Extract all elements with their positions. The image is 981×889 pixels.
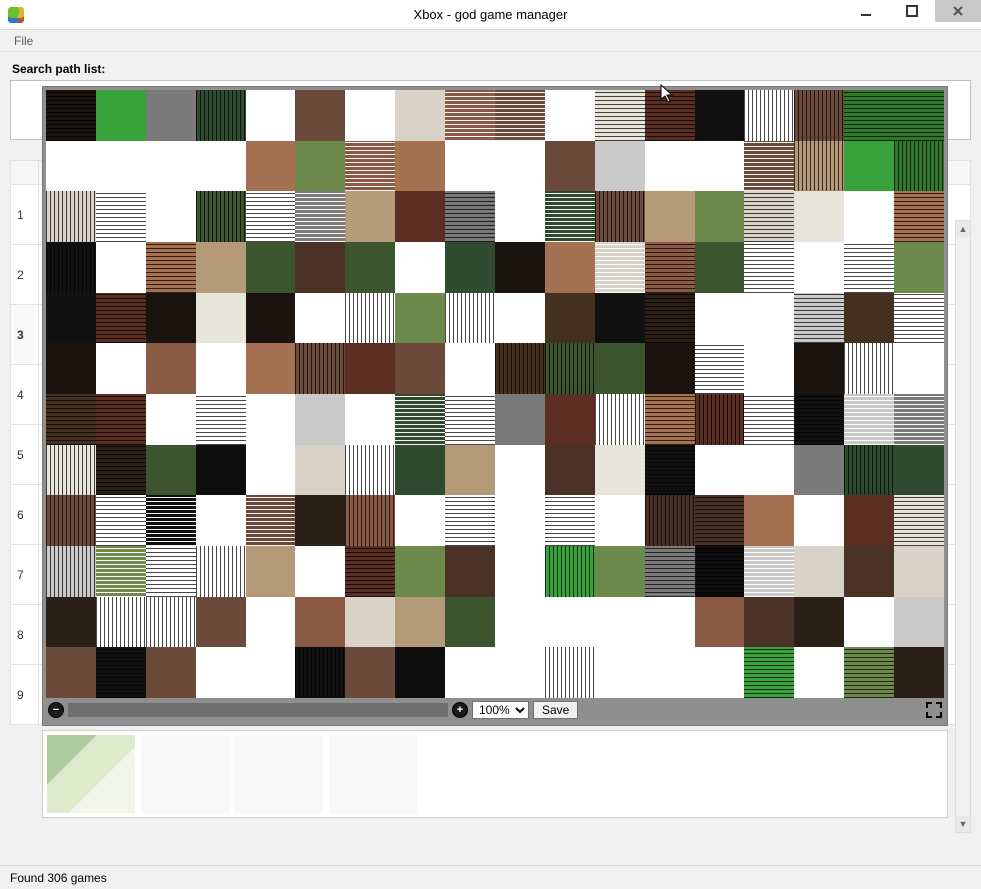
row-number: 3 bbox=[11, 305, 39, 365]
zoom-out-button[interactable]: − bbox=[48, 702, 64, 718]
thumbnail[interactable] bbox=[47, 735, 135, 813]
row-number: 1 bbox=[11, 185, 39, 245]
row-header-corner bbox=[11, 161, 39, 185]
menu-file[interactable]: File bbox=[6, 32, 41, 50]
zoom-in-button[interactable]: + bbox=[452, 702, 468, 718]
row-number: 2 bbox=[11, 245, 39, 305]
row-number: 6 bbox=[11, 485, 39, 545]
thumbnail[interactable] bbox=[235, 735, 323, 813]
close-button[interactable] bbox=[935, 0, 981, 22]
menu-bar: File bbox=[0, 30, 981, 52]
save-button[interactable]: Save bbox=[533, 701, 578, 719]
row-number: 8 bbox=[11, 605, 39, 665]
search-path-label: Search path list: bbox=[12, 62, 971, 76]
row-number: 9 bbox=[11, 665, 39, 725]
zoom-select[interactable]: 100% bbox=[472, 701, 529, 719]
title-bar: Xbox - god game manager bbox=[0, 0, 981, 30]
row-number: 7 bbox=[11, 545, 39, 605]
thumbnail[interactable] bbox=[141, 735, 229, 813]
status-bar: Found 306 games bbox=[0, 865, 981, 889]
mosaic-image bbox=[46, 90, 944, 698]
thumbnail-strip[interactable] bbox=[42, 730, 948, 818]
scroll-up-icon[interactable]: ▲ bbox=[956, 221, 970, 237]
row-number: 4 bbox=[11, 365, 39, 425]
viewer-toolbar: − + 100% Save bbox=[46, 698, 944, 722]
scroll-down-icon[interactable]: ▼ bbox=[956, 816, 970, 832]
window-title: Xbox - god game manager bbox=[0, 7, 981, 22]
image-canvas[interactable] bbox=[46, 90, 944, 698]
zoom-slider[interactable] bbox=[68, 703, 448, 717]
maximize-button[interactable] bbox=[889, 0, 935, 22]
app-icon bbox=[8, 7, 24, 23]
image-viewer: − + 100% Save bbox=[42, 86, 948, 726]
thumbnail[interactable] bbox=[329, 735, 417, 813]
window-controls bbox=[843, 0, 981, 22]
status-text: Found 306 games bbox=[10, 871, 107, 885]
minimize-button[interactable] bbox=[843, 0, 889, 22]
fullscreen-icon[interactable] bbox=[926, 702, 942, 718]
row-number: 5 bbox=[11, 425, 39, 485]
vertical-scrollbar[interactable]: ▲ ▼ bbox=[955, 220, 971, 833]
